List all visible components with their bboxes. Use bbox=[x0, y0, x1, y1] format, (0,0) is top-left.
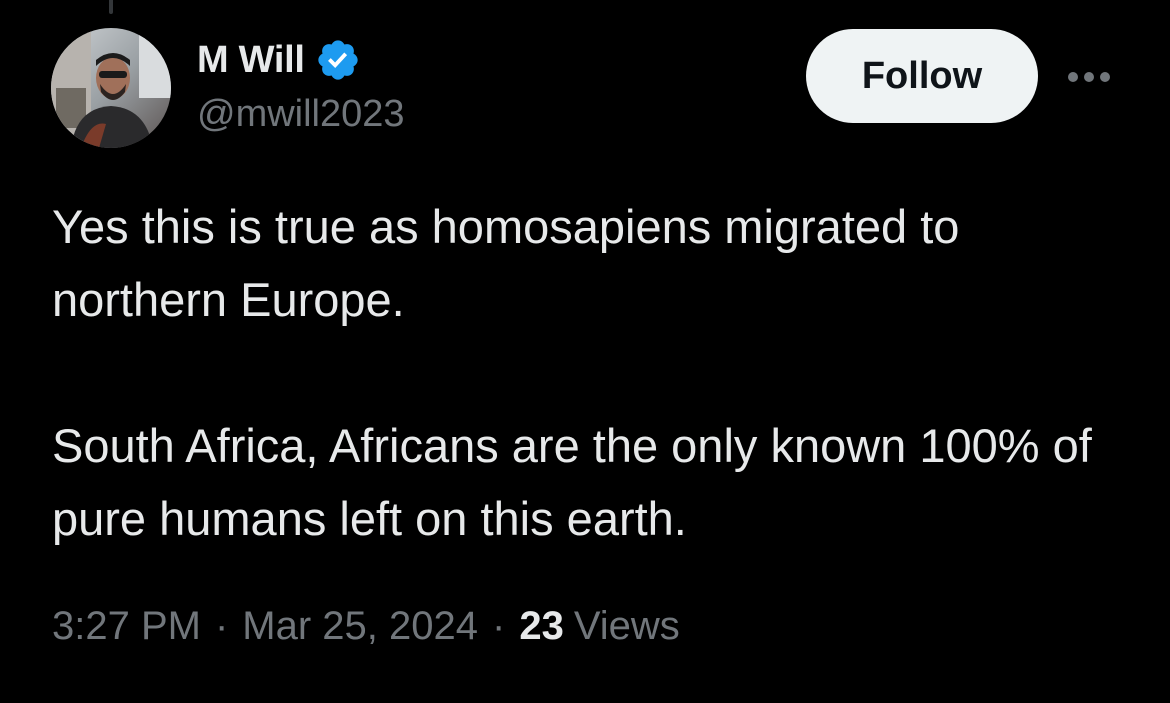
author-handle[interactable]: @mwill2023 bbox=[197, 93, 405, 136]
tweet-paragraph: Yes this is true as homosapiens migrated… bbox=[52, 200, 960, 326]
tweet-text: Yes this is true as homosapiens migrated… bbox=[52, 190, 1142, 555]
follow-button[interactable]: Follow bbox=[806, 29, 1038, 123]
tweet-metadata: 3:27 PM · Mar 25, 2024 · 23 Views bbox=[52, 604, 680, 649]
tweet-date[interactable]: Mar 25, 2024 bbox=[242, 604, 478, 649]
separator-dot: · bbox=[492, 604, 506, 648]
verified-badge-icon[interactable] bbox=[315, 37, 361, 83]
thread-connector-line bbox=[109, 0, 113, 14]
author-display-name[interactable]: M Will bbox=[197, 39, 305, 82]
separator-dot: · bbox=[214, 604, 229, 648]
tweet-time[interactable]: 3:27 PM bbox=[52, 604, 201, 649]
views-count[interactable]: 23 bbox=[519, 604, 564, 649]
avatar-photo bbox=[51, 28, 171, 148]
author-name-row: M Will bbox=[197, 36, 361, 84]
tweet-paragraph: South Africa, Africans are the only know… bbox=[52, 419, 1092, 545]
views-label: Views bbox=[573, 604, 680, 648]
more-horizontal-icon[interactable] bbox=[1063, 62, 1115, 92]
avatar[interactable] bbox=[51, 28, 171, 148]
